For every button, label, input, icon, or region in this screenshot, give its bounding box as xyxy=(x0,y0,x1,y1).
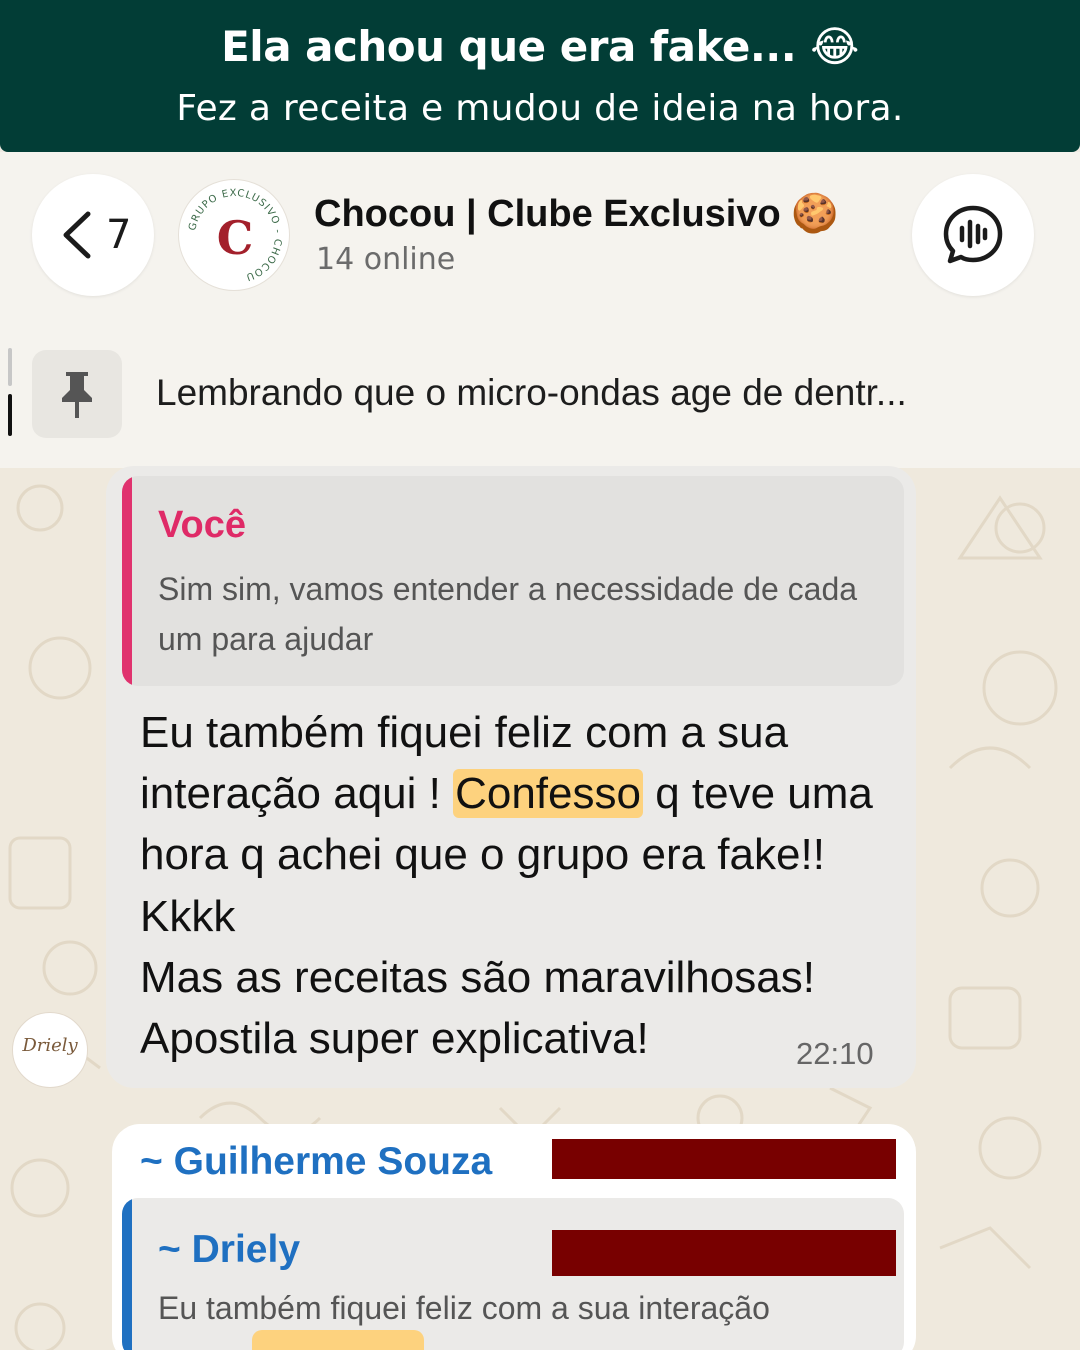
quote-author: Você xyxy=(158,504,247,546)
voice-chat-button[interactable] xyxy=(912,174,1034,296)
sender-avatar[interactable]: Driely xyxy=(12,1012,88,1088)
search-highlight: Confesso xyxy=(453,769,643,819)
quote-text: Sim sim, vamos entender a necessidade de… xyxy=(158,571,858,657)
banner-title: Ela achou que era fake... 😂 xyxy=(221,22,859,71)
chevron-left-icon xyxy=(63,211,91,259)
search-highlight xyxy=(252,1330,424,1350)
pin-indicator-active xyxy=(8,394,12,436)
sender-avatar-logo: Driely xyxy=(22,1035,78,1056)
group-avatar[interactable]: GRUPO EXCLUSIVO - CHOCOU C xyxy=(178,179,290,291)
pinned-message-bar[interactable]: Lembrando que o micro-ondas age de dentr… xyxy=(0,348,1080,438)
message-line: Mas as receitas são maravilhosas! xyxy=(140,952,815,1002)
group-name[interactable]: Chocou | Clube Exclusivo 🍪 xyxy=(314,192,839,236)
pinned-text: Lembrando que o micro-ondas age de dentr… xyxy=(156,372,907,413)
group-logo: GRUPO EXCLUSIVO - CHOCOU C xyxy=(187,188,282,283)
back-button[interactable]: 7 xyxy=(32,174,154,296)
promo-banner: Ela achou que era fake... 😂 Fez a receit… xyxy=(0,0,1080,152)
chat-header: 7 GRUPO EXCLUSIVO - CHOCOU C Chocou | Cl… xyxy=(0,152,1080,468)
sender-name[interactable]: ~ Guilherme Souza xyxy=(140,1140,492,1184)
quote-bar xyxy=(122,476,132,686)
quote-author: ~ Driely xyxy=(158,1228,301,1271)
online-status: 14 online xyxy=(316,242,456,277)
message-text: Eu também fiquei feliz com a sua interaç… xyxy=(140,702,880,1069)
message-time: 22:10 xyxy=(796,1036,874,1071)
pin-icon xyxy=(62,372,92,418)
pin-indicator xyxy=(8,348,12,386)
pin-icon-box xyxy=(32,350,122,438)
message-line: Apostila super explicativa! xyxy=(140,1014,649,1064)
unread-count: 7 xyxy=(106,212,132,258)
quote-text: Eu também fiquei feliz com a sua interaç… xyxy=(158,1290,770,1326)
quoted-reply[interactable]: Você Sim sim, vamos entender a necessida… xyxy=(122,476,904,686)
svg-text:C: C xyxy=(217,211,254,265)
redaction-bar xyxy=(552,1139,896,1179)
banner-subtitle: Fez a receita e mudou de ideia na hora. xyxy=(176,88,904,129)
quote-bar xyxy=(122,1198,132,1350)
voice-chat-icon xyxy=(943,205,1003,264)
redaction-bar xyxy=(552,1230,896,1276)
